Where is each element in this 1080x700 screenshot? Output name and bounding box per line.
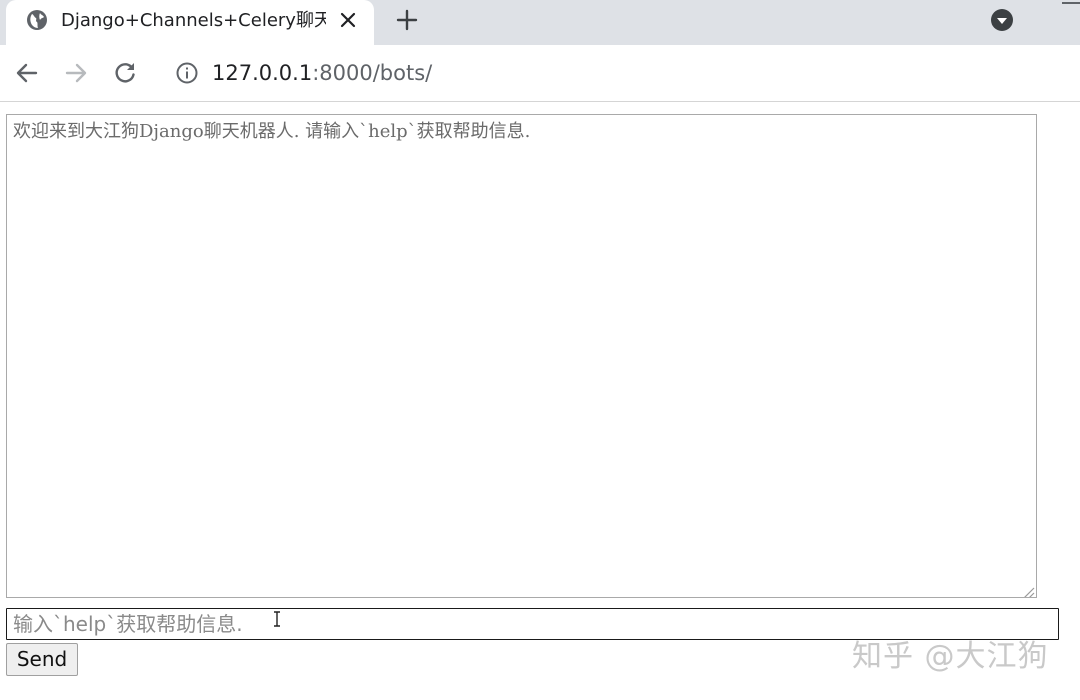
text-cursor-icon: [271, 611, 283, 627]
url-path: :8000/bots/: [312, 61, 433, 85]
plus-icon[interactable]: [395, 8, 419, 32]
forward-arrow-icon[interactable]: [62, 59, 90, 87]
globe-icon: [26, 9, 48, 31]
window-edge: [1062, 2, 1080, 4]
browser-tab[interactable]: Django+Channels+Celery聊天机器人: [6, 0, 374, 45]
tab-strip: Django+Channels+Celery聊天机器人: [0, 0, 1080, 45]
browser-toolbar: 127.0.0.1:8000/bots/: [0, 45, 1080, 102]
chat-log-textarea[interactable]: 欢迎来到大江狗Django聊天机器人. 请输入`help`获取帮助信息.: [6, 114, 1037, 598]
reload-icon[interactable]: [111, 59, 139, 87]
dropdown-icon[interactable]: [990, 8, 1014, 32]
close-icon[interactable]: [337, 9, 359, 31]
back-arrow-icon[interactable]: [13, 59, 41, 87]
chat-log-text: 欢迎来到大江狗Django聊天机器人. 请输入`help`获取帮助信息.: [13, 121, 531, 142]
info-icon[interactable]: [175, 61, 199, 85]
send-button[interactable]: Send: [6, 643, 78, 676]
address-bar[interactable]: 127.0.0.1:8000/bots/: [212, 57, 432, 89]
watermark: 知乎 @大江狗: [852, 639, 1049, 674]
url-host: 127.0.0.1: [212, 61, 313, 85]
resize-grip-icon[interactable]: [1021, 582, 1035, 597]
tab-title: Django+Channels+Celery聊天机器人: [61, 10, 326, 31]
